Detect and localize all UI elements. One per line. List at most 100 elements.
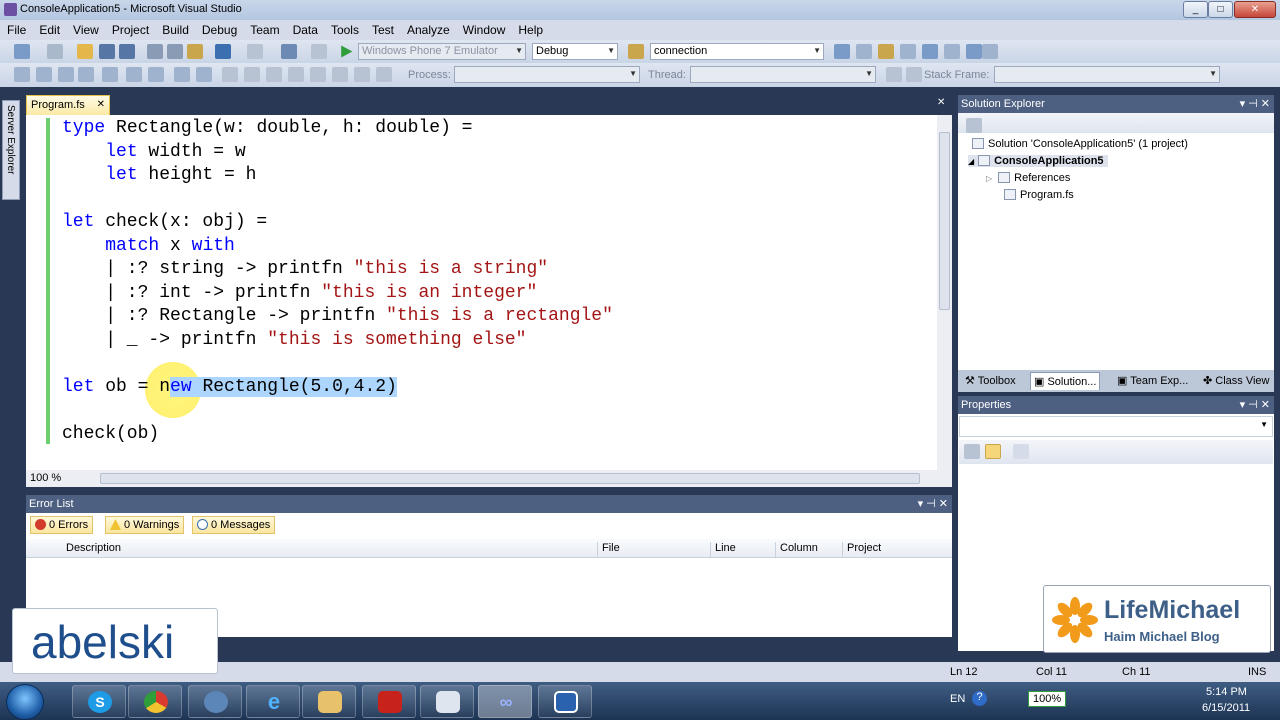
- errors-filter-button[interactable]: 0 Errors: [30, 516, 94, 534]
- properties-object-select[interactable]: ▼: [959, 416, 1273, 437]
- bookmark-clear-icon[interactable]: [288, 67, 304, 82]
- menu-analyze[interactable]: Analyze: [400, 20, 456, 37]
- menu-tools[interactable]: Tools: [324, 20, 365, 37]
- menu-edit[interactable]: Edit: [32, 20, 66, 37]
- column-file[interactable]: File: [597, 542, 620, 557]
- bookmark-folder-icon[interactable]: [266, 67, 282, 82]
- panel-controls-icon[interactable]: ▾ ⊣ ✕: [1240, 97, 1270, 110]
- start-debugging-icon[interactable]: [341, 45, 353, 58]
- uncomment-icon[interactable]: [174, 67, 190, 82]
- paste-icon[interactable]: [187, 44, 203, 59]
- taskbar-recorder[interactable]: [538, 685, 592, 718]
- navigate-back-icon[interactable]: [281, 44, 297, 59]
- column-description[interactable]: Description: [62, 542, 121, 557]
- tab-class-view[interactable]: ✤ Class View: [1200, 372, 1273, 390]
- column-line[interactable]: Line: [710, 542, 736, 557]
- clock-time[interactable]: 5:14 PM: [1206, 686, 1247, 698]
- menu-view[interactable]: View: [66, 20, 105, 37]
- menu-debug[interactable]: Debug: [195, 20, 243, 37]
- open-file-icon[interactable]: [77, 44, 93, 59]
- word-complete-icon[interactable]: [78, 67, 94, 82]
- find-combo[interactable]: connection ▼: [650, 43, 824, 60]
- tree-references[interactable]: ▷ References: [986, 172, 1070, 184]
- text-editor-icon[interactable]: [14, 67, 30, 82]
- code-line[interactable]: check(ob): [62, 423, 613, 447]
- tab-team-explorer[interactable]: ▣ Team Exp...: [1114, 372, 1191, 390]
- save-icon[interactable]: [99, 44, 115, 59]
- taskbar-explorer[interactable]: [302, 685, 356, 718]
- start-page-icon[interactable]: [922, 44, 938, 59]
- code-text[interactable]: type Rectangle(w: double, h: double) = l…: [62, 117, 613, 446]
- zoom-level[interactable]: 100 %: [30, 472, 61, 484]
- code-line[interactable]: match x with: [62, 235, 613, 259]
- language-indicator[interactable]: EN: [950, 693, 965, 705]
- column-column[interactable]: Column: [775, 542, 818, 557]
- editor-tab-program[interactable]: Program.fs ✕: [26, 95, 110, 115]
- messages-filter-button[interactable]: 0 Messages: [192, 516, 276, 534]
- menu-file[interactable]: File: [0, 20, 32, 37]
- param-info-icon[interactable]: [58, 67, 74, 82]
- code-line[interactable]: [62, 399, 613, 423]
- tree-solution[interactable]: Solution 'ConsoleApplication5' (1 projec…: [972, 138, 1188, 150]
- minimize-button[interactable]: _: [1183, 1, 1208, 18]
- code-line[interactable]: | _ -> printfn "this is something else": [62, 329, 613, 353]
- show-all-files-icon[interactable]: [966, 118, 982, 133]
- code-line[interactable]: [62, 352, 613, 376]
- menu-help[interactable]: Help: [511, 20, 549, 37]
- taskbar-acrobat[interactable]: [362, 685, 416, 718]
- menu-project[interactable]: Project: [105, 20, 155, 37]
- undo-icon[interactable]: [215, 44, 231, 59]
- comment-icon[interactable]: [148, 67, 164, 82]
- taskbar-skype[interactable]: S: [72, 685, 126, 718]
- taskbar-browser[interactable]: [188, 685, 242, 718]
- server-explorer-tab[interactable]: Server Explorer: [2, 100, 20, 200]
- alphabetical-icon[interactable]: [985, 444, 1001, 459]
- taskbar-visual-studio[interactable]: ∞: [478, 685, 532, 718]
- configuration-select[interactable]: Debug ▼: [532, 43, 618, 60]
- menu-test[interactable]: Test: [365, 20, 400, 37]
- tab-solution-explorer[interactable]: ▣ Solution...: [1030, 372, 1101, 390]
- maximize-button[interactable]: □: [1208, 1, 1233, 18]
- bookmark-prev-icon[interactable]: [222, 67, 238, 82]
- extension-manager-icon[interactable]: [944, 44, 960, 59]
- solution-explorer-icon[interactable]: [834, 44, 850, 59]
- close-button[interactable]: ✕: [1234, 1, 1276, 18]
- categorized-icon[interactable]: [964, 444, 980, 459]
- redo-icon[interactable]: [247, 44, 263, 59]
- property-pages-icon[interactable]: [1013, 444, 1029, 459]
- tree-project[interactable]: ◢ ConsoleApplication5: [968, 155, 1108, 167]
- editor-vertical-scroll-thumb[interactable]: [939, 132, 950, 310]
- find-next-icon[interactable]: [354, 67, 370, 82]
- help-icon[interactable]: ?: [972, 691, 987, 706]
- code-line[interactable]: | :? int -> printfn "this is an integer": [62, 282, 613, 306]
- menu-window[interactable]: Window: [456, 20, 512, 37]
- code-line[interactable]: [62, 188, 613, 212]
- quick-info-icon[interactable]: [36, 67, 52, 82]
- process-select[interactable]: ▼: [454, 66, 640, 83]
- panel-controls-icon[interactable]: ▾ ⊣ ✕: [918, 497, 948, 510]
- find-icon[interactable]: [332, 67, 348, 82]
- editor-horizontal-scroll-thumb[interactable]: [100, 473, 920, 484]
- toggle-flag-icon[interactable]: [886, 67, 902, 82]
- taskbar-chrome[interactable]: [128, 685, 182, 718]
- menu-team[interactable]: Team: [243, 20, 285, 37]
- code-line[interactable]: let height = h: [62, 164, 613, 188]
- indent-icon[interactable]: [102, 67, 118, 82]
- stack-frame-select[interactable]: ▼: [994, 66, 1220, 83]
- code-line[interactable]: | :? Rectangle -> printfn "this is a rec…: [62, 305, 613, 329]
- code-line[interactable]: let check(x: obj) =: [62, 211, 613, 235]
- navigate-forward-icon[interactable]: [311, 44, 327, 59]
- code-line[interactable]: let width = w: [62, 141, 613, 165]
- taskbar-ie[interactable]: e: [246, 685, 300, 718]
- object-browser-icon[interactable]: [878, 44, 894, 59]
- add-item-icon[interactable]: [47, 44, 63, 59]
- warnings-filter-button[interactable]: 0 Warnings: [105, 516, 185, 534]
- bookmark-icon[interactable]: [196, 67, 212, 82]
- bookmark-next-icon[interactable]: [244, 67, 260, 82]
- tree-program-file[interactable]: Program.fs: [1004, 189, 1074, 201]
- zoom-battery-indicator[interactable]: 100%: [1028, 691, 1067, 707]
- menu-data[interactable]: Data: [286, 20, 324, 37]
- find-prev-icon[interactable]: [376, 67, 392, 82]
- command-window-icon[interactable]: [966, 44, 982, 59]
- code-line[interactable]: type Rectangle(w: double, h: double) =: [62, 117, 613, 141]
